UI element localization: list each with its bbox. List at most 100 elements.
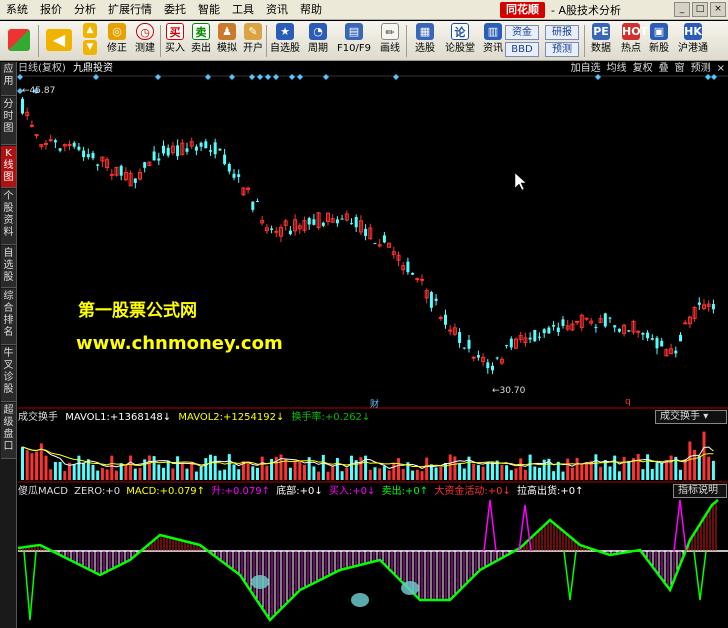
sell-signal-label: 卖出: [381, 486, 405, 497]
volume-bar [458, 463, 462, 480]
surge-value: +0 [560, 486, 576, 497]
volume-bar [21, 446, 24, 480]
volume-bar [110, 455, 114, 480]
indicator-help-button[interactable]: 指标说明 [673, 484, 727, 498]
signal-diamond [93, 74, 99, 80]
candle-body [491, 365, 494, 371]
volume-bar [251, 466, 255, 480]
volume-bar [312, 466, 316, 480]
candle-body [58, 148, 62, 151]
volume-bar [519, 458, 523, 480]
volume-bar [209, 454, 212, 480]
volume-bar [425, 457, 429, 480]
volume-bar [669, 455, 673, 480]
candle-body [561, 319, 565, 326]
signal-spike [693, 550, 707, 601]
buy-signal-arrow: ↓ [367, 486, 376, 497]
volume-bar [25, 450, 29, 480]
candle-body [176, 145, 180, 157]
volume-bar [162, 467, 165, 480]
mavol2-label: MAVOL2: [178, 412, 224, 423]
volume-bar [641, 469, 645, 480]
bottom-arrow: ↓ [314, 486, 323, 497]
candle-body [448, 329, 453, 332]
volume-bar [711, 460, 715, 480]
candle-body [312, 219, 316, 225]
volume-bar [636, 454, 640, 480]
low-price-value: 30.70 [499, 386, 526, 396]
volume-bar [124, 465, 128, 480]
q-marker[interactable]: q [625, 397, 631, 407]
volume-bar [702, 431, 706, 480]
candle-body [91, 152, 95, 159]
candle-body [655, 337, 659, 349]
volume-bar [44, 455, 48, 480]
finance-marker[interactable]: 财 [370, 397, 379, 410]
app-window: 系统 报价 分析 扩展行情 委托 智能 工具 资讯 帮助 同花顺 - A股技术分… [0, 0, 728, 628]
candle-body [467, 339, 471, 349]
surge-label: 拉高出货: [517, 486, 561, 497]
candle-body [627, 330, 631, 332]
volume-bar [679, 469, 682, 480]
volume-bar [246, 461, 250, 480]
candle-body [660, 340, 664, 347]
macd-indicator-name: 傻瓜MACD [18, 486, 68, 497]
volume-bar [326, 471, 330, 480]
candle-body [679, 334, 682, 342]
volume-bar [293, 460, 297, 480]
volume-bar [190, 461, 194, 480]
candle-body [641, 333, 645, 335]
signal-diamond [257, 74, 263, 80]
volume-bar [265, 465, 269, 480]
macd-label: MACD: [126, 486, 160, 497]
signal-diamond [595, 74, 601, 80]
volume-indicator-selector[interactable]: 成交换手 ▾ [655, 410, 727, 424]
volume-bar [664, 460, 668, 480]
candle-body [406, 261, 410, 273]
candle-body [251, 201, 255, 210]
signal-diamonds [17, 74, 717, 94]
candle-body [373, 243, 377, 245]
candle-body [96, 164, 100, 166]
candle-body [82, 150, 86, 158]
bigfund-arrow: ↓ [502, 486, 511, 497]
volume-bar [509, 470, 513, 480]
volume-bar [491, 461, 494, 480]
volume-bar [392, 462, 396, 480]
volume-bar [303, 464, 306, 480]
candle-body [213, 142, 217, 155]
volume-bar [599, 466, 603, 480]
volume-bar [453, 456, 457, 480]
candle-body [274, 230, 279, 233]
volume-bar [100, 468, 104, 480]
volume-bar [138, 467, 142, 480]
volume-bar [194, 471, 198, 480]
volume-bar [345, 467, 349, 480]
volume-bar [533, 466, 537, 480]
surge-arrow: ↑ [575, 486, 584, 497]
candle-body [711, 304, 715, 310]
volume-bar [350, 455, 353, 480]
candle-body [683, 322, 688, 325]
volume-bar [199, 466, 203, 480]
signal-diamond [393, 74, 399, 80]
volume-bar [204, 458, 208, 480]
volume-bar [382, 466, 386, 480]
volume-bar [401, 468, 405, 480]
zero-label: ZERO: [74, 486, 106, 497]
signal-diamond [17, 74, 23, 80]
volume-bar [176, 456, 180, 480]
volume-bar [397, 458, 400, 480]
volume-bar [317, 471, 321, 480]
candle-body [646, 332, 650, 339]
candle-body [34, 134, 39, 137]
candle-body [354, 217, 358, 228]
volume-bar [566, 458, 570, 480]
candle-body [495, 357, 499, 359]
watermark-url: www.chnmoney.com [76, 333, 283, 354]
volume-bar [575, 457, 579, 480]
volume-bar [331, 466, 335, 480]
volume-bar [180, 463, 184, 480]
volume-bar [688, 441, 692, 480]
volume-bar [58, 461, 62, 480]
